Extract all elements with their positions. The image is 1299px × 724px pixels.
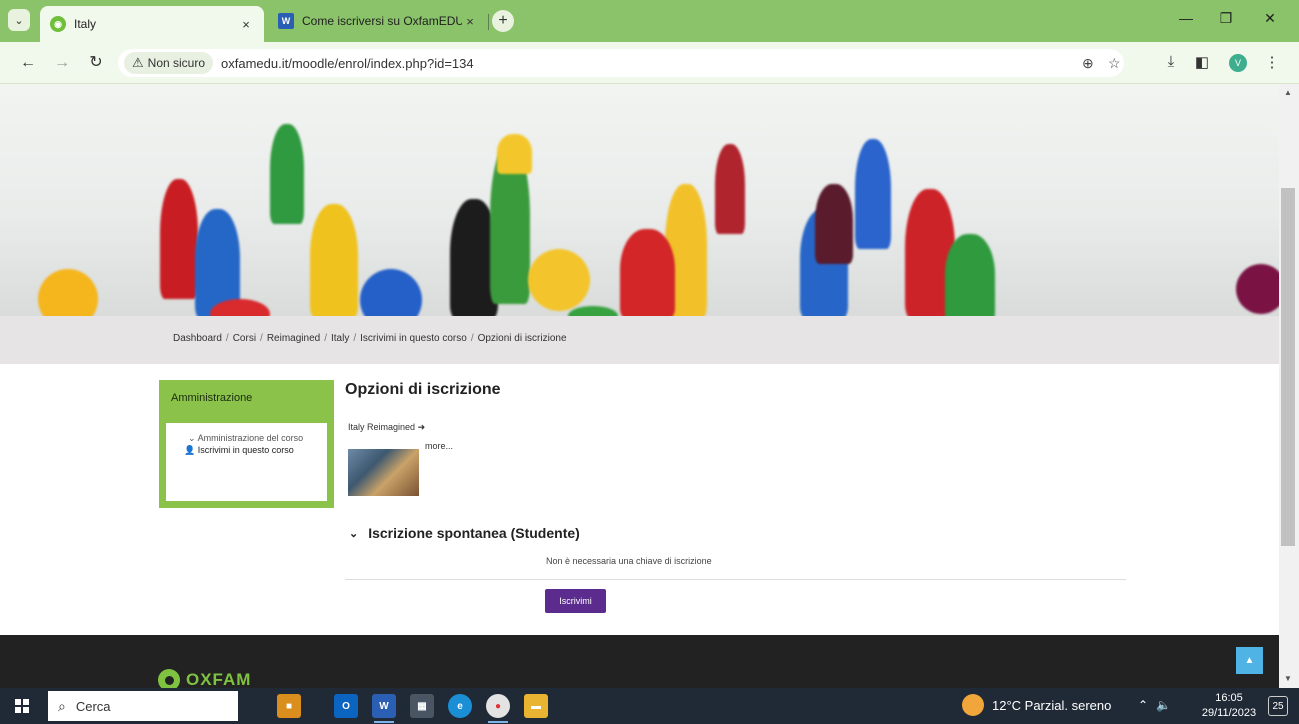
chrome-app-icon[interactable]: ● — [486, 694, 510, 718]
oxfam-logo[interactable]: OXFAM — [158, 669, 251, 688]
tab-close-icon[interactable]: × — [462, 14, 478, 29]
chevron-down-icon: ⌄ — [349, 527, 359, 540]
tab-divider — [488, 14, 489, 30]
tab-title: Come iscriversi su OxfamEDU.it — [302, 14, 462, 28]
breadcrumb-separator: / — [353, 333, 357, 344]
back-to-top-button[interactable]: ▲ — [1236, 647, 1263, 674]
volume-icon[interactable]: 🔈 — [1156, 698, 1171, 712]
administration-title: Amministrazione — [171, 392, 253, 404]
bookmark-star-icon[interactable]: ☆ — [1108, 55, 1121, 72]
breadcrumb-separator: / — [324, 333, 327, 344]
course-more-link[interactable]: more... — [425, 441, 453, 451]
admin-course-label: Amministrazione del corso — [197, 433, 304, 443]
address-bar[interactable]: ⚠ Non sicuro oxfamedu.it/moodle/enrol/in… — [118, 49, 1124, 77]
security-chip[interactable]: ⚠ Non sicuro — [124, 52, 214, 74]
page-viewport: Dashboard / Corsi / Reimagined / Italy /… — [0, 84, 1279, 688]
breadcrumb-iscrivimi[interactable]: Iscrivimi in questo corso — [360, 333, 467, 344]
enrol-me-button[interactable]: Iscrivimi — [545, 589, 606, 613]
header-banner-image — [0, 84, 1279, 316]
outlook-app-icon[interactable]: O — [334, 694, 358, 718]
breadcrumb-bar: Dashboard / Corsi / Reimagined / Italy /… — [0, 316, 1279, 364]
weather-widget[interactable]: 12°C Parzial. sereno — [962, 694, 1111, 716]
section-title: Iscrizione spontanea (Studente) — [368, 525, 580, 541]
oxfam-logo-text: OXFAM — [186, 670, 252, 688]
tray-chevron-icon[interactable]: ⌃ — [1138, 698, 1148, 712]
search-icon: ⌕ — [58, 697, 66, 714]
browser-tab-bar: ⌄ ◉ Italy × W Come iscriversi su OxfamED… — [0, 0, 1299, 42]
browser-toolbar: ← → ↻ ⚠ Non sicuro oxfamedu.it/moodle/en… — [0, 42, 1299, 84]
breadcrumb-separator: / — [470, 333, 474, 344]
breadcrumb: Dashboard / Corsi / Reimagined / Italy /… — [173, 333, 567, 344]
breadcrumb-separator: / — [225, 333, 229, 344]
reload-icon[interactable]: ↻ — [84, 52, 108, 74]
clock-date: 29/11/2023 — [1201, 707, 1257, 719]
section-divider — [345, 579, 1126, 580]
restore-icon[interactable]: ❐ — [1206, 10, 1246, 27]
back-arrow-icon[interactable]: ← — [16, 52, 40, 74]
administration-block: Amministrazione ⌄ Amministrazione del co… — [159, 380, 334, 508]
calculator-app-icon[interactable]: ▦ — [410, 694, 434, 718]
no-key-required-text: Non è necessaria una chiave di iscrizion… — [546, 556, 712, 566]
page-title: Opzioni di iscrizione — [345, 381, 501, 398]
tab-search-button[interactable]: ⌄ — [8, 9, 30, 31]
clock-time: 16:05 — [1215, 692, 1243, 704]
admin-course-node[interactable]: ⌄ Amministrazione del corso — [188, 432, 319, 444]
zoom-icon[interactable]: ⊕ — [1082, 55, 1094, 72]
admin-enrol-link[interactable]: 👤 Iscrivimi in questo corso — [184, 444, 319, 456]
windows-start-icon[interactable] — [15, 699, 29, 713]
scroll-down-icon[interactable]: ▼ — [1284, 674, 1292, 683]
moodle-favicon-icon: ◉ — [50, 16, 66, 32]
notification-center-icon[interactable]: 25 — [1268, 696, 1288, 716]
file-explorer-app-icon[interactable]: ▬ — [524, 694, 548, 718]
breadcrumb-corsi[interactable]: Corsi — [233, 333, 256, 344]
page-scrollbar[interactable]: ▲ ▼ — [1279, 84, 1299, 688]
weather-text: 12°C Parzial. sereno — [992, 697, 1112, 713]
breadcrumb-separator: / — [260, 333, 263, 344]
enrol-arrow-icon: ➜ — [417, 422, 426, 432]
kebab-menu-icon[interactable]: ⋮ — [1261, 53, 1283, 71]
edge-app-icon[interactable]: e — [448, 694, 472, 718]
window-close-icon[interactable]: ✕ — [1250, 10, 1290, 27]
minimize-icon[interactable]: — — [1166, 10, 1206, 26]
download-icon[interactable]: ⤓ — [1160, 53, 1182, 70]
taskbar-search[interactable]: ⌕ Cerca — [48, 691, 238, 721]
tab-come-iscriversi[interactable]: W Come iscriversi su OxfamEDU.it × — [268, 6, 488, 36]
word-favicon-icon: W — [278, 13, 294, 29]
url-text[interactable]: oxfamedu.it/moodle/enrol/index.php?id=13… — [221, 56, 474, 71]
chrome-active-indicator — [488, 721, 508, 723]
chevron-down-icon: ⌄ — [188, 433, 196, 443]
tab-italy[interactable]: ◉ Italy × — [40, 6, 264, 42]
course-image — [348, 449, 419, 496]
windows-taskbar: ⌕ Cerca ■ O W ▦ e ● ▬ 12°C Parzial. sere… — [0, 688, 1299, 724]
course-name-link[interactable]: Italy Reimagined ➜ — [348, 422, 425, 433]
scrollbar-thumb[interactable] — [1281, 188, 1295, 546]
briefcase-app-icon[interactable]: ■ — [277, 694, 301, 718]
tab-close-icon[interactable]: × — [238, 17, 254, 32]
side-panel-icon[interactable]: ◧ — [1191, 53, 1213, 71]
word-active-indicator — [374, 721, 394, 723]
self-enrolment-section-toggle[interactable]: ⌄ Iscrizione spontanea (Studente) — [349, 525, 580, 541]
warning-icon: ⚠ — [132, 55, 144, 70]
taskbar-clock[interactable]: 16:05 29/11/2023 — [1198, 691, 1260, 721]
breadcrumb-italy[interactable]: Italy — [331, 333, 349, 344]
breadcrumb-dashboard[interactable]: Dashboard — [173, 333, 222, 344]
word-app-icon[interactable]: W — [372, 694, 396, 718]
admin-enrol-label: Iscrivimi in questo corso — [197, 445, 294, 455]
profile-avatar[interactable]: V — [1229, 54, 1247, 72]
oxfam-logo-icon — [158, 669, 180, 688]
breadcrumb-current: Opzioni di iscrizione — [477, 333, 567, 344]
new-tab-button[interactable]: + — [492, 10, 514, 32]
course-name-label: Italy Reimagined — [348, 422, 416, 432]
breadcrumb-reimagined[interactable]: Reimagined — [267, 333, 320, 344]
weather-icon — [962, 694, 984, 716]
taskbar-search-placeholder: Cerca — [75, 698, 111, 714]
administration-tree: ⌄ Amministrazione del corso 👤 Iscrivimi … — [166, 423, 327, 501]
security-label: Non sicuro — [147, 56, 206, 70]
user-icon: 👤 — [184, 445, 196, 455]
page-footer: OXFAM — [0, 635, 1279, 688]
tab-title: Italy — [74, 17, 97, 31]
scroll-up-icon[interactable]: ▲ — [1284, 88, 1292, 97]
forward-arrow-icon[interactable]: → — [50, 52, 74, 74]
